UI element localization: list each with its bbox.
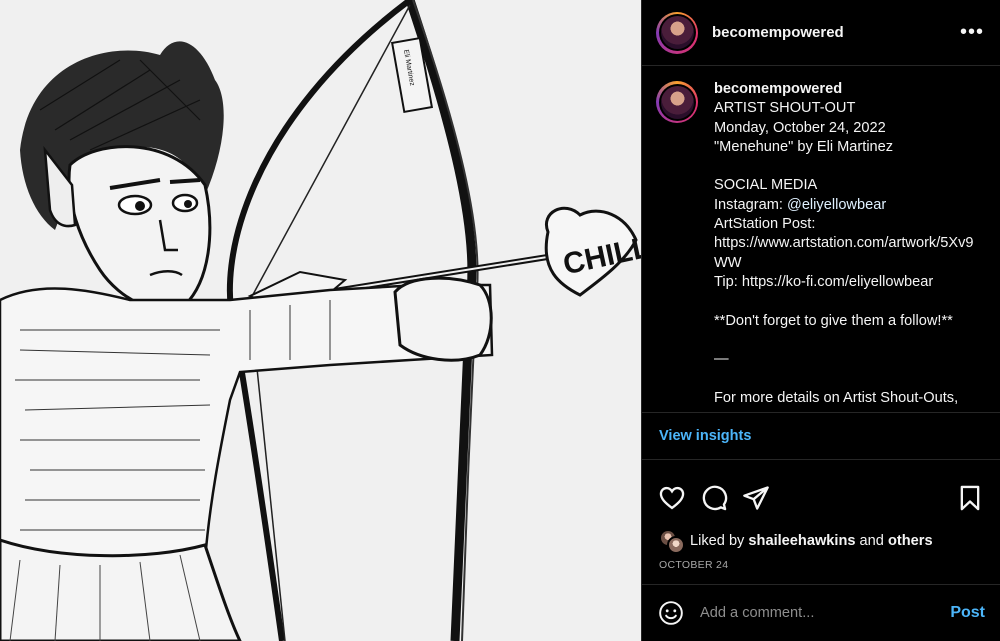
mention-link[interactable]: @eliyellowbear	[787, 197, 886, 213]
post-sidebar: becomempowered ••• becomempowered ARTIST…	[641, 0, 1000, 641]
caption-avatar[interactable]	[656, 81, 698, 123]
more-horizontal-icon[interactable]: •••	[960, 21, 984, 44]
caption-line: "Menehune" by Eli Martinez	[714, 138, 894, 155]
bookmark-icon[interactable]	[956, 484, 984, 512]
insights-bar: View insights	[642, 412, 1000, 460]
caption-line	[714, 157, 976, 176]
comment-box: Post	[642, 584, 1000, 641]
view-insights-link[interactable]: View insights	[659, 428, 751, 444]
emoji-icon[interactable]	[658, 600, 684, 626]
caption-line: https://www.artstation.com/artwork/5Xv9W…	[714, 235, 974, 271]
caption-area[interactable]: becomempowered ARTIST SHOUT-OUT Monday, …	[642, 66, 1000, 412]
post-image[interactable]: Eli Martinez CHILL	[0, 0, 641, 641]
action-bar	[642, 460, 1000, 520]
caption-instagram-line: Instagram: @eliyellowbear	[714, 196, 976, 215]
caption-text: becomempowered ARTIST SHOUT-OUT Monday, …	[714, 80, 976, 412]
caption-username[interactable]: becomempowered	[714, 80, 976, 99]
caption-line: —	[714, 351, 729, 368]
likes-text: Liked by shaileehawkins and others	[690, 533, 933, 549]
likes-row: Liked by shaileehawkins and others	[642, 524, 1000, 558]
share-icon[interactable]	[742, 484, 770, 512]
post-comment-button[interactable]: Post	[950, 604, 985, 622]
likes-others-link[interactable]: others	[888, 533, 933, 549]
caption-line: Tip: https://ko-fi.com/eliyellowbear	[714, 273, 934, 290]
caption-line: **Don't forget to give them a follow!**	[714, 312, 953, 329]
comment-input[interactable]	[700, 605, 951, 621]
post-date[interactable]: OCTOBER 24	[642, 559, 1000, 571]
header-username[interactable]: becomempowered	[712, 24, 960, 41]
caption-line	[714, 292, 976, 311]
liker-avatars[interactable]	[659, 529, 685, 554]
post-header: becomempowered •••	[642, 0, 1000, 66]
caption-line: SOCIAL MEDIA	[714, 177, 818, 194]
archer-illustration: Eli Martinez CHILL	[0, 0, 641, 641]
likes-middle: and	[855, 533, 888, 549]
instagram-label: Instagram:	[714, 196, 787, 213]
caption-line: ArtStation Post:	[714, 216, 816, 233]
heart-icon[interactable]	[658, 484, 686, 512]
caption-line: Monday, October 24, 2022	[714, 119, 886, 136]
liker-username[interactable]: shaileehawkins	[748, 533, 855, 549]
caption-line: ARTIST SHOUT-OUT	[714, 100, 856, 117]
avatar[interactable]	[656, 11, 698, 54]
caption-line: For more details on Artist Shout-Outs,	[714, 389, 959, 406]
likes-prefix: Liked by	[690, 533, 749, 549]
comment-icon[interactable]	[700, 484, 728, 512]
caption-line	[714, 369, 976, 388]
caption-line	[714, 331, 976, 350]
